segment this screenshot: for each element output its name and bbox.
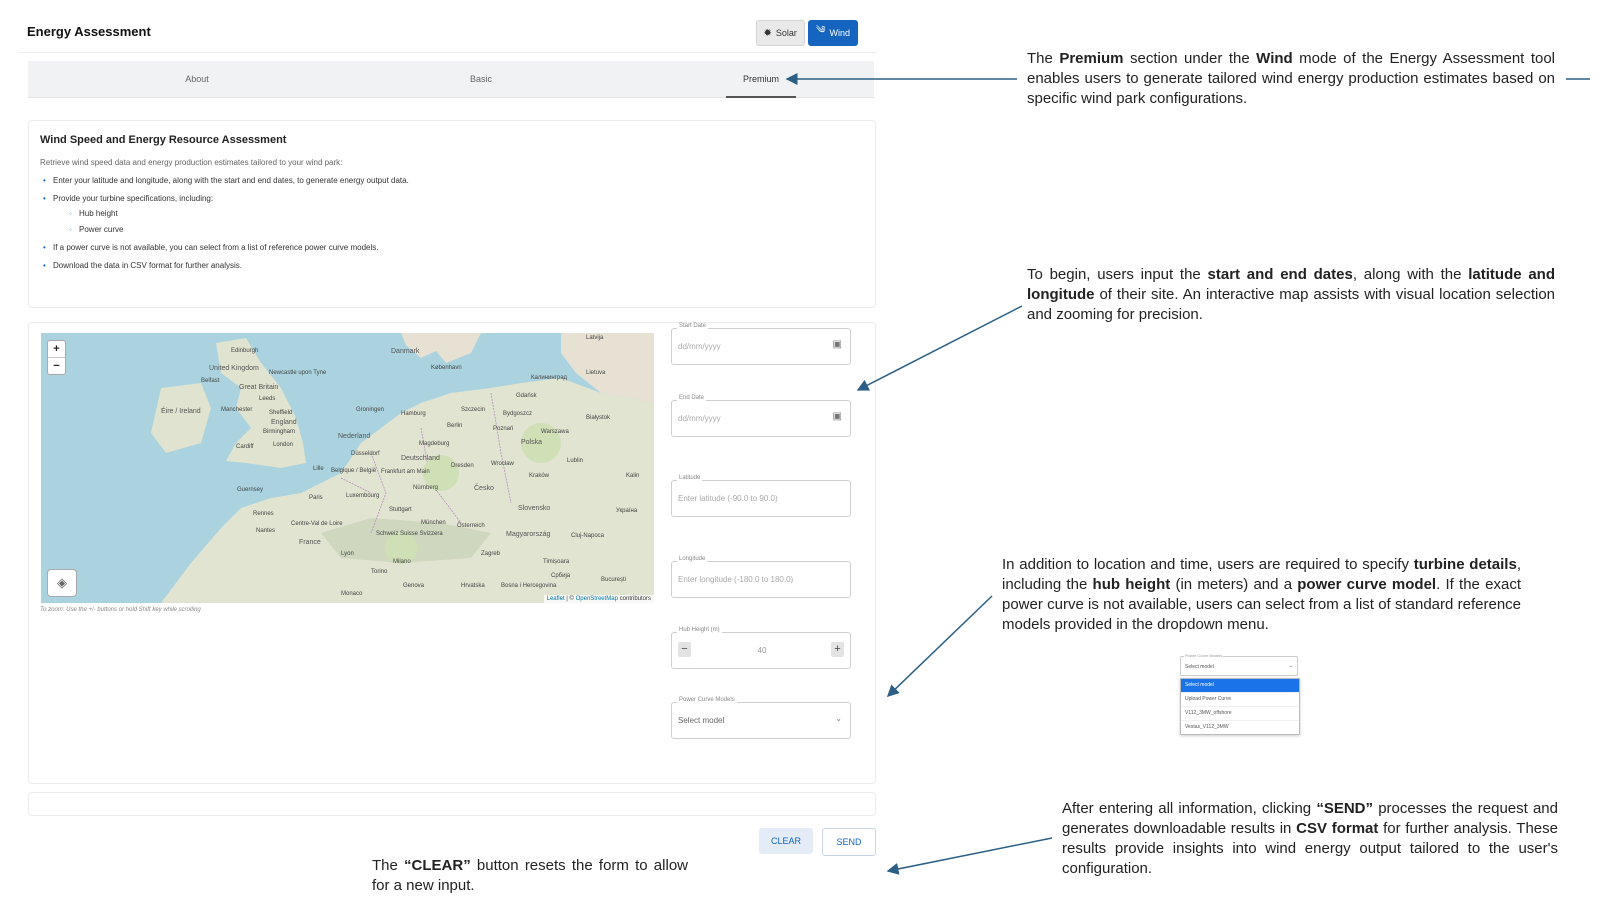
annotation-bold: hub height (1092, 576, 1171, 593)
annotation-bold: “SEND” (1316, 800, 1374, 817)
premium-annotation: The Premium section under the Wind mode … (1027, 49, 1555, 109)
chevron-down-icon: ⌄ (1288, 663, 1293, 669)
annotation-bold: Premium (1059, 50, 1124, 67)
dates-arrow (856, 305, 1023, 391)
clear-annotation: The “CLEAR” button resets the form to al… (372, 856, 688, 896)
send-annotation: After entering all information, clicking… (1062, 799, 1558, 879)
preview-select-value: Select model (1185, 664, 1214, 670)
annotation-text: of their site. An interactive map assist… (1027, 286, 1555, 323)
preview-option: V112_3MW_offshore (1181, 706, 1299, 720)
annotation-text: In addition to location and time, users … (1002, 556, 1414, 573)
dropdown-preview: Power Curve Models Select model ⌄ Select… (1180, 652, 1300, 738)
annotation-bold: CSV format (1296, 820, 1379, 837)
preview-options: Select model Upload Power Curve V112_3MW… (1180, 678, 1300, 735)
turbine-annotation: In addition to location and time, users … (1002, 555, 1521, 635)
annotation-bold: Wind (1256, 50, 1293, 67)
annotation-bold: power curve model (1297, 576, 1437, 593)
annotation-bold: turbine details (1413, 556, 1517, 573)
annotation-bold: start and end dates (1207, 266, 1353, 283)
preview-select: Power Curve Models Select model ⌄ (1180, 653, 1298, 676)
preview-option: Vestas_V112_3MW (1181, 720, 1299, 734)
send-arrow (886, 837, 1053, 875)
annotation-text: The (372, 857, 405, 874)
annotation-bold: “CLEAR” (404, 857, 471, 874)
annotation-text: , along with the (1352, 266, 1469, 283)
preview-option: Select model (1181, 679, 1299, 692)
turbine-arrow (886, 595, 993, 698)
preview-select-label: Power Curve Models (1184, 653, 1224, 658)
annotation-text: section under the (1123, 50, 1257, 67)
annotation-text: (in meters) and a (1170, 576, 1298, 593)
annotation-text: To begin, users input the (1027, 266, 1208, 283)
annotation-arrows (785, 73, 1590, 875)
annotation-text: After entering all information, clicking (1062, 800, 1317, 817)
annotation-text: The (1027, 50, 1060, 67)
preview-option: Upload Power Curve (1181, 692, 1299, 706)
dates-annotation: To begin, users input the start and end … (1027, 265, 1555, 325)
